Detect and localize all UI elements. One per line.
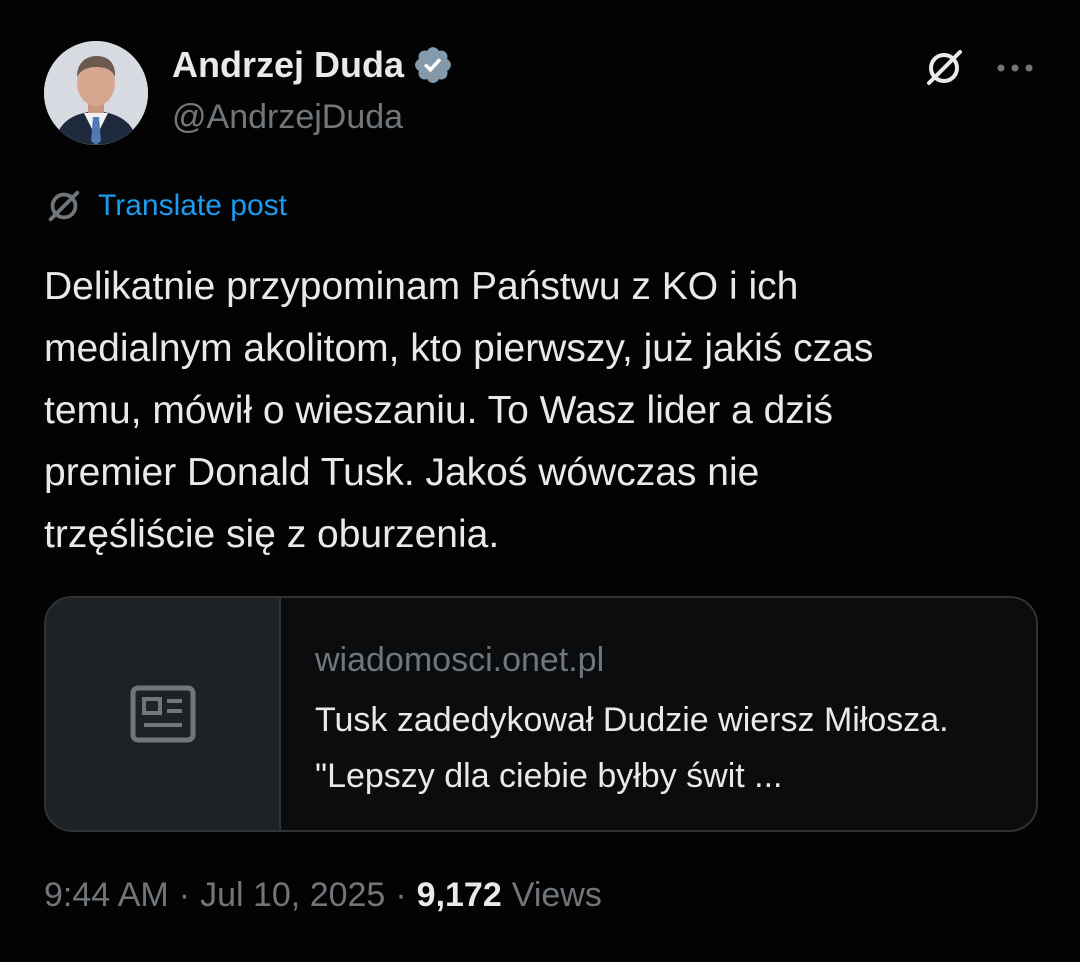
grok-button[interactable] xyxy=(918,44,970,92)
newspaper-icon xyxy=(130,685,195,743)
link-card-domain: wiadomosci.onet.pl xyxy=(315,641,605,679)
more-button[interactable] xyxy=(990,50,1040,86)
link-card-thumbnail xyxy=(46,598,281,830)
grok-icon xyxy=(48,190,80,222)
post-meta: 9:44 AM · Jul 10, 2025 · 9,172 Views xyxy=(44,876,602,915)
views-label: Views xyxy=(511,876,602,914)
author-name-row: Andrzej Duda xyxy=(172,44,454,86)
link-card-title: Tusk zadedykował Dudzie wiersz Miłosza. … xyxy=(315,701,949,795)
author-name[interactable]: Andrzej Duda xyxy=(172,44,404,86)
link-card-body: wiadomosci.onet.pl Tusk zadedykował Dudz… xyxy=(281,598,1015,830)
verified-badge-icon[interactable] xyxy=(412,44,454,86)
avatar[interactable] xyxy=(44,41,148,145)
translate-row: Translate post xyxy=(44,186,287,226)
post-text: Delikatnie przypominam Państwu z KO i ic… xyxy=(44,265,874,556)
views-count[interactable]: 9,172 xyxy=(417,876,502,915)
profile-photo-icon xyxy=(44,41,148,145)
post-date[interactable]: Jul 10, 2025 xyxy=(200,876,385,915)
author-handle[interactable]: @AndrzejDuda xyxy=(172,98,403,137)
post-time[interactable]: 9:44 AM xyxy=(44,876,169,915)
grok-icon xyxy=(927,50,962,85)
more-icon xyxy=(997,64,1033,72)
translate-post-link[interactable]: Translate post xyxy=(98,189,287,223)
meta-separator: · xyxy=(178,876,191,914)
link-card[interactable]: wiadomosci.onet.pl Tusk zadedykował Dudz… xyxy=(44,596,1038,832)
meta-separator: · xyxy=(395,876,407,914)
